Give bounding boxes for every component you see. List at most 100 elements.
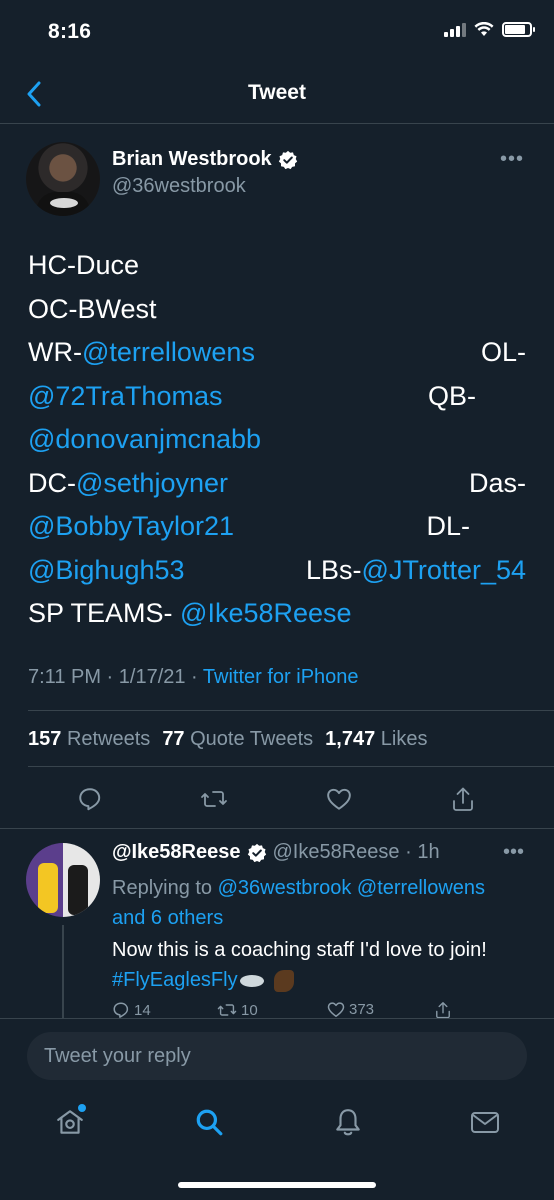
nav-bar: Tweet (0, 64, 554, 124)
retweet-icon (217, 1004, 237, 1016)
author-handle[interactable]: @36westbrook (112, 175, 246, 198)
reply-reply-button[interactable]: 14 (112, 1001, 151, 1018)
tweet-text: HC-Duce OC-BWest WR-@terrellowens OL- @7… (28, 244, 526, 636)
tweet-text-span: DL- (426, 511, 470, 541)
verified-badge-icon (278, 150, 297, 169)
likes-stat[interactable]: 1,747 Likes (325, 728, 427, 751)
retweet-icon (201, 791, 227, 807)
like-button[interactable] (324, 784, 354, 814)
mention-link[interactable]: @terrellowens (82, 337, 255, 367)
verified-badge-icon (247, 843, 266, 862)
retweets-stat[interactable]: 157 Retweets (28, 728, 150, 751)
status-icons (444, 22, 535, 37)
reply-header: @Ike58Reese @Ike58Reese · 1h (112, 841, 440, 864)
more-icon[interactable]: ••• (500, 148, 524, 171)
thread-line (62, 925, 64, 1018)
messages-icon (471, 1112, 499, 1133)
tweet-line: SP TEAMS- @Ike58Reese (28, 592, 526, 636)
eagle-emoji-icon (239, 974, 264, 987)
home-indicator (178, 1182, 376, 1188)
tab-search[interactable] (191, 1104, 227, 1140)
mention-link[interactable]: @72TraThomas (28, 375, 222, 419)
search-icon (196, 1109, 223, 1136)
tweet-line: DC-@sethjoyner Das- (28, 462, 526, 506)
mention-link[interactable]: @sethjoyner (76, 468, 228, 498)
notifications-icon (336, 1109, 360, 1136)
mention-link[interactable]: @BobbyTaylor21 (28, 505, 234, 549)
author-name-text: Brian Westbrook (112, 148, 272, 170)
share-button[interactable] (448, 784, 478, 814)
retweet-button[interactable] (199, 784, 229, 814)
likes-label: Likes (380, 728, 428, 750)
more-icon[interactable]: ••• (503, 841, 524, 864)
like-count: 373 (349, 1001, 375, 1018)
replying-others-link[interactable]: and 6 others (112, 907, 223, 929)
avatar[interactable] (26, 142, 100, 216)
reply-handle-time: @Ike58Reese · 1h (272, 841, 440, 863)
mention-link[interactable]: @JTrotter_54 (362, 555, 526, 585)
tweet-actions (0, 784, 554, 814)
retweets-count: 157 (28, 728, 62, 750)
tweet-text-span: Das- (468, 467, 526, 498)
tweet-line: WR-@terrellowens OL- (28, 331, 526, 375)
notification-dot (78, 1104, 86, 1112)
hashtag-link[interactable]: #FlyEaglesFly (112, 969, 238, 991)
tweet-text-span: OC-BWest (28, 293, 157, 324)
avatar[interactable] (26, 843, 100, 917)
reply-tweet[interactable]: @Ike58Reese @Ike58Reese · 1h ••• Replyin… (0, 828, 554, 1018)
divider (28, 766, 554, 767)
tweet-source-link[interactable]: Twitter for iPhone (203, 666, 359, 688)
mention-link[interactable]: @Ike58Reese (180, 598, 352, 628)
tweet-text-span: SP TEAMS- (28, 598, 181, 628)
reply-like-button[interactable]: 373 (327, 1001, 374, 1018)
tweet-line: @donovanjmcnabb (28, 418, 526, 462)
mention-link[interactable]: @terrellowens (357, 877, 485, 899)
retweets-label: Retweets (66, 728, 151, 750)
status-bar: 8:16 (0, 0, 554, 64)
tweet-line: @BobbyTaylor21 DL- (28, 505, 526, 549)
tweet-text-span: LBs- (306, 554, 362, 585)
reply-count: 14 (134, 1001, 151, 1019)
flexed-biceps-emoji-icon (273, 969, 294, 992)
tweet-meta: 7:11 PM · 1/17/21 · Twitter for iPhone (28, 666, 359, 689)
tweet-line: HC-Duce (28, 244, 526, 288)
quote-tweets-stat[interactable]: 77 Quote Tweets (162, 728, 313, 751)
share-icon (436, 1002, 450, 1018)
tab-notifications[interactable] (330, 1104, 366, 1140)
reply-text: Now this is a coaching staff I'd love to… (112, 935, 532, 995)
reply-author-name[interactable]: @Ike58Reese (112, 841, 241, 864)
reply-share-button[interactable] (434, 1001, 452, 1018)
status-time: 8:16 (48, 20, 92, 43)
tweet-text-span: WR- (28, 337, 82, 367)
quote-tweets-label: Quote Tweets (190, 728, 314, 750)
mention-link[interactable]: @donovanjmcnabb (28, 418, 261, 462)
share-icon (453, 787, 473, 811)
compose-area (0, 1018, 554, 1098)
reply-input[interactable] (27, 1032, 527, 1080)
tab-messages[interactable] (467, 1104, 503, 1140)
replying-prefix: Replying to (112, 877, 218, 899)
tab-home[interactable] (52, 1104, 88, 1140)
tweet-text-span: DC- (28, 467, 76, 498)
mention-link[interactable]: @Bighugh53 (28, 549, 185, 593)
battery-icon (502, 22, 535, 37)
tweet-stats: 157 Retweets 77 Quote Tweets 1,747 Likes (28, 728, 428, 751)
retweet-count: 10 (241, 1001, 258, 1019)
tweet-author: Brian Westbrook @36westbrook ••• (26, 142, 528, 218)
like-icon (327, 788, 351, 810)
reply-text-body: Now this is a coaching staff I'd love to… (112, 939, 487, 961)
quote-tweets-count: 77 (162, 728, 185, 750)
page-title: Tweet (248, 81, 306, 104)
tweet-text-span: OL- (480, 337, 526, 367)
tweet-line: OC-BWest (28, 288, 526, 332)
divider (28, 710, 554, 711)
author-name[interactable]: Brian Westbrook (112, 148, 298, 171)
cellular-signal-icon (444, 22, 466, 37)
reply-button[interactable] (75, 784, 105, 814)
likes-count: 1,747 (325, 728, 376, 750)
reply-retweet-button[interactable]: 10 (217, 1001, 258, 1018)
mention-link[interactable]: @36westbrook (218, 877, 352, 899)
tweet-line: @72TraThomas QB- (28, 375, 526, 419)
tweet-line: @Bighugh53 LBs-@JTrotter_54 (28, 549, 526, 593)
reply-icon (79, 788, 101, 811)
